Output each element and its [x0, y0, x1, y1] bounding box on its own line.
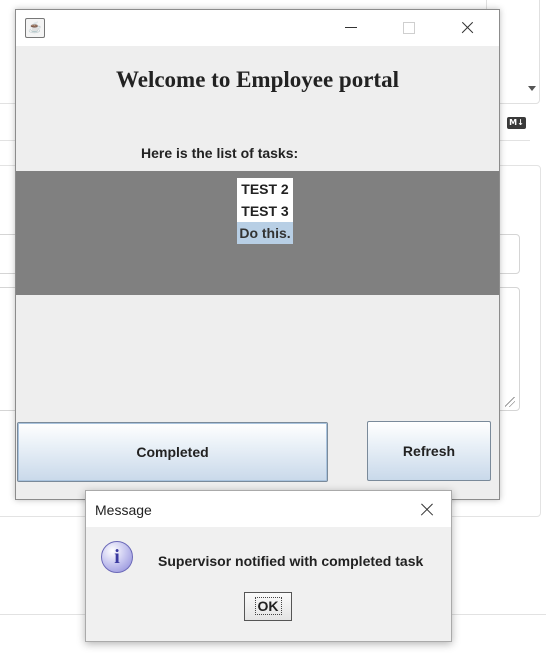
- task-list-panel: TEST 2 TEST 3 Do this.: [16, 171, 499, 295]
- page-title: Welcome to Employee portal: [116, 67, 399, 92]
- task-list[interactable]: TEST 2 TEST 3 Do this.: [237, 178, 293, 244]
- close-icon[interactable]: [419, 501, 435, 517]
- markdown-icon: M↓: [507, 117, 526, 129]
- close-button[interactable]: [444, 10, 490, 46]
- message-dialog: Message i Supervisor notified with compl…: [85, 490, 452, 642]
- list-item[interactable]: TEST 3: [237, 200, 293, 222]
- task-list-label: Here is the list of tasks:: [141, 145, 299, 161]
- information-icon: i: [101, 541, 133, 573]
- employee-portal-window: ☕ Welcome to Employee portal Here is the…: [15, 9, 500, 500]
- maximize-button[interactable]: [386, 10, 432, 46]
- java-cup-icon: ☕: [25, 18, 45, 38]
- list-item-selected[interactable]: Do this.: [237, 222, 293, 244]
- textarea-resize-grip[interactable]: [505, 397, 515, 407]
- dialog-message: Supervisor notified with completed task: [158, 553, 424, 569]
- completed-button[interactable]: Completed: [17, 422, 328, 482]
- window-titlebar[interactable]: ☕: [16, 10, 499, 46]
- dialog-title: Message: [95, 502, 152, 518]
- list-item[interactable]: TEST 2: [237, 178, 293, 200]
- ok-button-label: OK: [254, 597, 282, 615]
- refresh-button[interactable]: Refresh: [367, 421, 491, 481]
- dialog-titlebar[interactable]: Message: [86, 491, 451, 527]
- ok-button[interactable]: OK: [244, 592, 292, 621]
- scroll-down-arrow-icon[interactable]: [528, 86, 536, 91]
- minimize-button[interactable]: [328, 10, 374, 46]
